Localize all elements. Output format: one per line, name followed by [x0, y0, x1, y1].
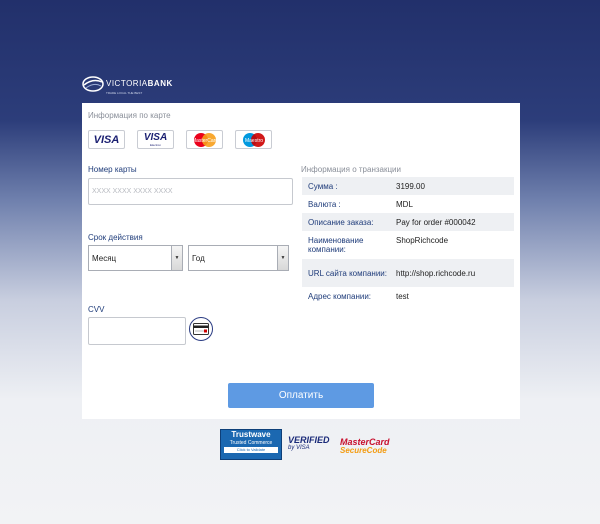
trustwave-sub: Trusted Commerce: [229, 440, 273, 446]
visa-electron-icon: VISA Electron: [137, 130, 174, 149]
table-row: Валюта : MDL: [302, 195, 514, 213]
table-row: Адрес компании: test: [302, 287, 514, 305]
card-info-title: Информация по карте: [88, 111, 171, 120]
svg-text:Maestro: Maestro: [244, 138, 262, 144]
expiry-label: Срок действия: [88, 233, 143, 242]
tx-value: ShopRichcode: [396, 236, 449, 245]
tx-key: Валюта :: [308, 199, 341, 209]
cvv-input[interactable]: [88, 317, 186, 345]
tx-key: URL сайта компании:: [308, 268, 387, 278]
bank-logo: VICTORIABANK TRADE LOCAL THE BEST: [82, 73, 173, 96]
cvv-card-back-icon: [189, 317, 213, 341]
verified-by-visa-badge: VERIFIED by VISA: [288, 429, 334, 460]
tx-value: MDL: [396, 199, 413, 209]
chevron-down-icon[interactable]: ▼: [277, 246, 288, 270]
mastercard-securecode-badge: MasterCard SecureCode: [340, 429, 390, 460]
table-row: Наименование компании: ShopRichcode: [302, 231, 514, 259]
visa-icon: VISA: [88, 130, 125, 149]
chevron-down-icon[interactable]: ▼: [171, 246, 182, 270]
vbv-line2: by VISA: [288, 445, 310, 451]
payment-panel: Информация по карте VISA VISA Electron M…: [82, 103, 520, 419]
pay-button[interactable]: Оплатить: [228, 383, 374, 408]
security-badges: Trustwave Trusted Commerce Click to Vali…: [220, 429, 390, 460]
card-number-placeholder: XXXX XXXX XXXX XXXX: [92, 188, 173, 195]
maestro-icon: Maestro: [235, 130, 272, 149]
table-row: Сумма : 3199.00: [302, 177, 514, 195]
trustwave-title: Trustwave: [231, 430, 271, 439]
year-select[interactable]: Год ▼: [188, 245, 289, 271]
tx-value: test: [396, 291, 409, 301]
transaction-title: Информация о транзакции: [301, 165, 401, 174]
tx-value: Pay for order #000042: [396, 217, 476, 227]
transaction-table: Сумма : 3199.00 Валюта : MDL Описание за…: [302, 177, 514, 305]
cvv-label: CVV: [88, 305, 105, 314]
brand-prefix: VICTORIA: [106, 79, 148, 88]
tx-key: Описание заказа:: [308, 217, 374, 227]
table-row: URL сайта компании: http://shop.richcode…: [302, 259, 514, 287]
tx-key: Адрес компании:: [308, 291, 372, 301]
month-select[interactable]: Месяц ▼: [88, 245, 183, 271]
tx-value: 3199.00: [396, 181, 425, 191]
brand-tagline: TRADE LOCAL THE BEST: [106, 91, 143, 95]
mastercard-icon: MasterCard: [186, 130, 223, 149]
tx-key: Наименование компании:: [308, 236, 364, 254]
mc-line2: SecureCode: [340, 446, 387, 455]
card-number-input[interactable]: XXXX XXXX XXXX XXXX: [88, 178, 293, 205]
brand-suffix: BANK: [147, 79, 173, 88]
card-brands: VISA VISA Electron MasterCard Maestro: [88, 130, 272, 149]
globe-icon: [82, 76, 104, 92]
year-selected-value: Год: [192, 253, 205, 263]
trustwave-badge[interactable]: Trustwave Trusted Commerce Click to Vali…: [220, 429, 282, 460]
bank-brand: VICTORIABANK TRADE LOCAL THE BEST: [106, 73, 173, 96]
card-number-label: Номер карты: [88, 165, 137, 174]
month-selected-value: Месяц: [92, 253, 117, 263]
tx-key: Сумма :: [308, 181, 338, 191]
svg-text:MasterCard: MasterCard: [191, 138, 217, 144]
tx-value: http://shop.richcode.ru: [396, 268, 476, 278]
table-row: Описание заказа: Pay for order #000042: [302, 213, 514, 231]
trustwave-validate-link[interactable]: Click to Validate: [224, 447, 278, 453]
vbv-line1: VERIFIED: [288, 435, 330, 445]
